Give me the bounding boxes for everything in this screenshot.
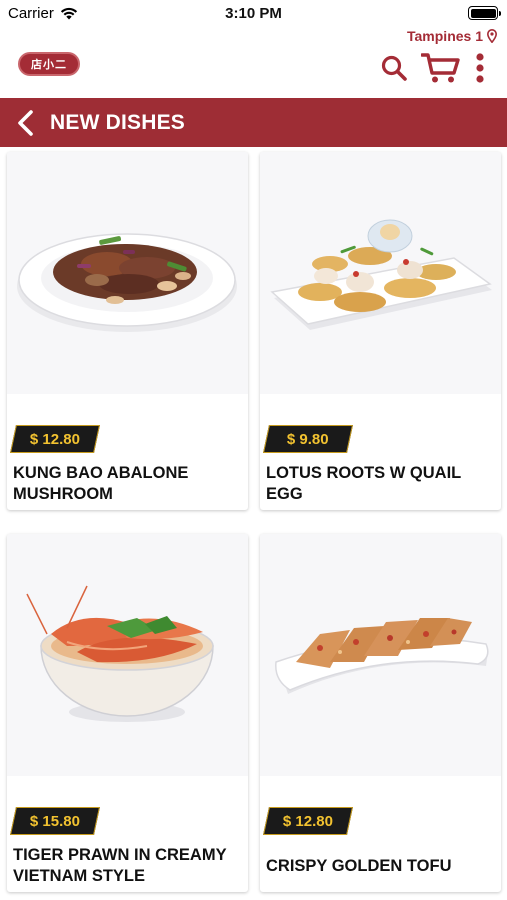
- dish-card[interactable]: $ 15.80 TIGER PRAWN IN CREAMY VIETNAM ST…: [7, 534, 248, 892]
- chevron-left-icon: [18, 109, 33, 136]
- price-label: $ 15.80: [29, 812, 81, 830]
- price-label: $ 9.80: [287, 430, 329, 448]
- header-actions: [381, 52, 485, 84]
- dish-card[interactable]: $ 12.80 KUNG BAO ABALONE MUSHROOM: [7, 152, 248, 510]
- dish-name[interactable]: TIGER PRAWN IN CREAMY VIETNAM STYLE: [13, 844, 240, 888]
- dish-image[interactable]: [260, 152, 501, 394]
- stir-fry-plate-image: [17, 233, 237, 332]
- logo-text: 店小二: [31, 59, 67, 71]
- battery-icon: [468, 6, 501, 20]
- price-badge: $ 9.80: [263, 425, 353, 453]
- search-icon[interactable]: [381, 55, 407, 81]
- dish-image[interactable]: [260, 534, 501, 776]
- dish-name[interactable]: CRISPY GOLDEN TOFU: [266, 844, 493, 888]
- dish-image[interactable]: [7, 534, 248, 776]
- status-bar: Carrier 3:10 PM: [0, 0, 507, 28]
- location-selector[interactable]: Tampines 1: [407, 28, 497, 44]
- prawn-bowl-image: [26, 585, 214, 722]
- back-button[interactable]: [0, 98, 50, 147]
- title-bar: NEW DISHES: [0, 98, 507, 147]
- dish-name[interactable]: KUNG BAO ABALONE MUSHROOM: [13, 462, 240, 506]
- lotus-chips-plate-image: [270, 219, 492, 330]
- page-title: NEW DISHES: [50, 110, 186, 134]
- dish-card[interactable]: $ 9.80 LOTUS ROOTS W QUAIL EGG: [260, 152, 501, 510]
- more-vertical-icon[interactable]: [475, 52, 485, 84]
- price-label: $ 12.80: [29, 430, 81, 448]
- dish-image[interactable]: [7, 152, 248, 394]
- price-badge: $ 15.80: [10, 807, 100, 835]
- price-label: $ 12.80: [282, 812, 334, 830]
- location-label: Tampines 1: [407, 28, 483, 44]
- price-badge: $ 12.80: [263, 807, 353, 835]
- dish-card[interactable]: $ 12.80 CRISPY GOLDEN TOFU: [260, 534, 501, 892]
- cart-icon[interactable]: [421, 52, 461, 84]
- location-pin-icon: [487, 29, 497, 43]
- dish-name[interactable]: LOTUS ROOTS W QUAIL EGG: [266, 462, 493, 506]
- status-time: 3:10 PM: [225, 5, 282, 22]
- brand-logo[interactable]: 店小二: [18, 52, 80, 76]
- tofu-plate-image: [275, 618, 489, 694]
- price-badge: $ 12.80: [10, 425, 100, 453]
- app-header: Tampines 1 店小二: [0, 28, 507, 98]
